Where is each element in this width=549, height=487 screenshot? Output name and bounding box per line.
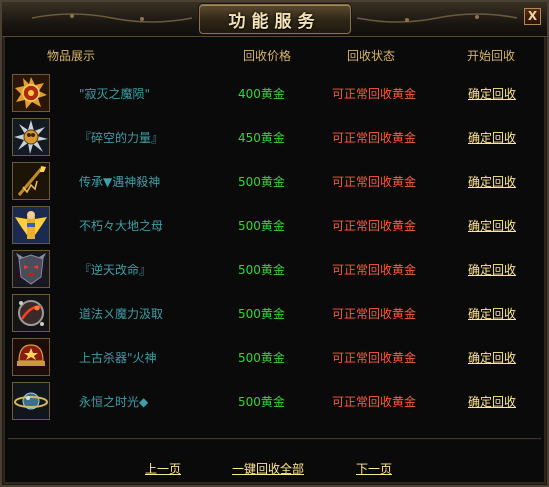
item-status: 可正常回收黄金 [332, 351, 417, 365]
list-item: 道法ㄨ魔力汲取 500黄金 可正常回收黄金 确定回收 [2, 292, 547, 336]
item-name: 传承▼遇神殺神 [79, 175, 161, 189]
item-status: 可正常回收黄金 [332, 395, 417, 409]
item-price: 450黄金 [238, 131, 285, 145]
dark-orb-icon [13, 295, 49, 331]
item-name: 不朽々大地之母 [79, 219, 164, 233]
recycle-service-window: 功能服务 X 物品展示 回收价格 回收状态 开始回收 "寂灭之魔陨" 400黄金… [0, 0, 549, 487]
next-page-link[interactable]: 下一页 [356, 460, 392, 477]
list-item: "寂灭之魔陨" 400黄金 可正常回收黄金 确定回收 [2, 72, 547, 116]
item-name: 『逆天改命』 [79, 263, 152, 277]
item-status: 可正常回收黄金 [332, 307, 417, 321]
list-item: 永恒之时光◆ 500黄金 可正常回收黄金 确定回收 [2, 380, 547, 424]
confirm-recycle-link[interactable]: 确定回收 [468, 349, 516, 366]
item-slot[interactable] [12, 294, 50, 332]
list-item: 传承▼遇神殺神 500黄金 可正常回收黄金 确定回收 [2, 160, 547, 204]
item-slot[interactable] [12, 338, 50, 376]
item-slot[interactable] [12, 206, 50, 244]
window-title: 功能服务 [228, 11, 321, 32]
item-name: 道法ㄨ魔力汲取 [79, 307, 164, 321]
item-slot[interactable] [12, 382, 50, 420]
item-status: 可正常回收黄金 [332, 219, 417, 233]
item-status: 可正常回收黄金 [332, 131, 417, 145]
winged-goddess-icon [13, 207, 49, 243]
confirm-recycle-link[interactable]: 确定回收 [468, 261, 516, 278]
item-slot[interactable] [12, 162, 50, 200]
fire-medallion-icon [13, 75, 49, 111]
war-helmet-icon [13, 339, 49, 375]
confirm-recycle-link[interactable]: 确定回收 [468, 217, 516, 234]
confirm-recycle-link[interactable]: 确定回收 [468, 173, 516, 190]
header-recycle-status: 回收状态 [347, 49, 396, 63]
item-name: "寂灭之魔陨" [79, 87, 151, 101]
ringed-planet-icon [13, 383, 49, 419]
header-recycle-price: 回收价格 [243, 49, 292, 63]
item-price: 500黄金 [238, 263, 285, 277]
item-price: 500黄金 [238, 307, 285, 321]
item-name: 『碎空的力量』 [79, 131, 164, 145]
ornament-right-icon [357, 13, 517, 23]
title-plate: 功能服务 [198, 4, 351, 34]
title-bar[interactable]: 功能服务 X [2, 2, 547, 37]
confirm-recycle-link[interactable]: 确定回收 [468, 305, 516, 322]
confirm-recycle-link[interactable]: 确定回收 [468, 85, 516, 102]
recycle-all-link[interactable]: 一键回收全部 [232, 460, 304, 477]
list-item: 上古杀器"火神 500黄金 可正常回收黄金 确定回收 [2, 336, 547, 380]
header-item-display: 物品展示 [47, 49, 96, 63]
item-slot[interactable] [12, 118, 50, 156]
confirm-recycle-link[interactable]: 确定回收 [468, 393, 516, 410]
item-slot[interactable] [12, 250, 50, 288]
list-item: 『碎空的力量』 450黄金 可正常回收黄金 确定回收 [2, 116, 547, 160]
list-item: 『逆天改命』 500黄金 可正常回收黄金 确定回收 [2, 248, 547, 292]
ornament-left-icon [32, 13, 192, 23]
previous-page-link[interactable]: 上一页 [145, 460, 181, 477]
item-status: 可正常回收黄金 [332, 263, 417, 277]
item-status: 可正常回收黄金 [332, 87, 417, 101]
column-header: 物品展示 回收价格 回收状态 开始回收 [2, 47, 547, 65]
item-price: 500黄金 [238, 219, 285, 233]
item-price: 500黄金 [238, 175, 285, 189]
item-price: 500黄金 [238, 351, 285, 365]
item-price: 400黄金 [238, 87, 285, 101]
demon-mask-icon [13, 251, 49, 287]
item-slot[interactable] [12, 74, 50, 112]
footer-divider [8, 438, 541, 439]
item-status: 可正常回收黄金 [332, 175, 417, 189]
close-button[interactable]: X [524, 8, 541, 25]
list-item: 不朽々大地之母 500黄金 可正常回收黄金 确定回收 [2, 204, 547, 248]
golden-spear-icon [13, 163, 49, 199]
item-price: 500黄金 [238, 395, 285, 409]
spiked-orb-icon [13, 119, 49, 155]
item-name: 上古杀器"火神 [79, 351, 157, 365]
header-start-recycle: 开始回收 [467, 49, 516, 63]
item-name: 永恒之时光◆ [79, 395, 149, 409]
confirm-recycle-link[interactable]: 确定回收 [468, 129, 516, 146]
